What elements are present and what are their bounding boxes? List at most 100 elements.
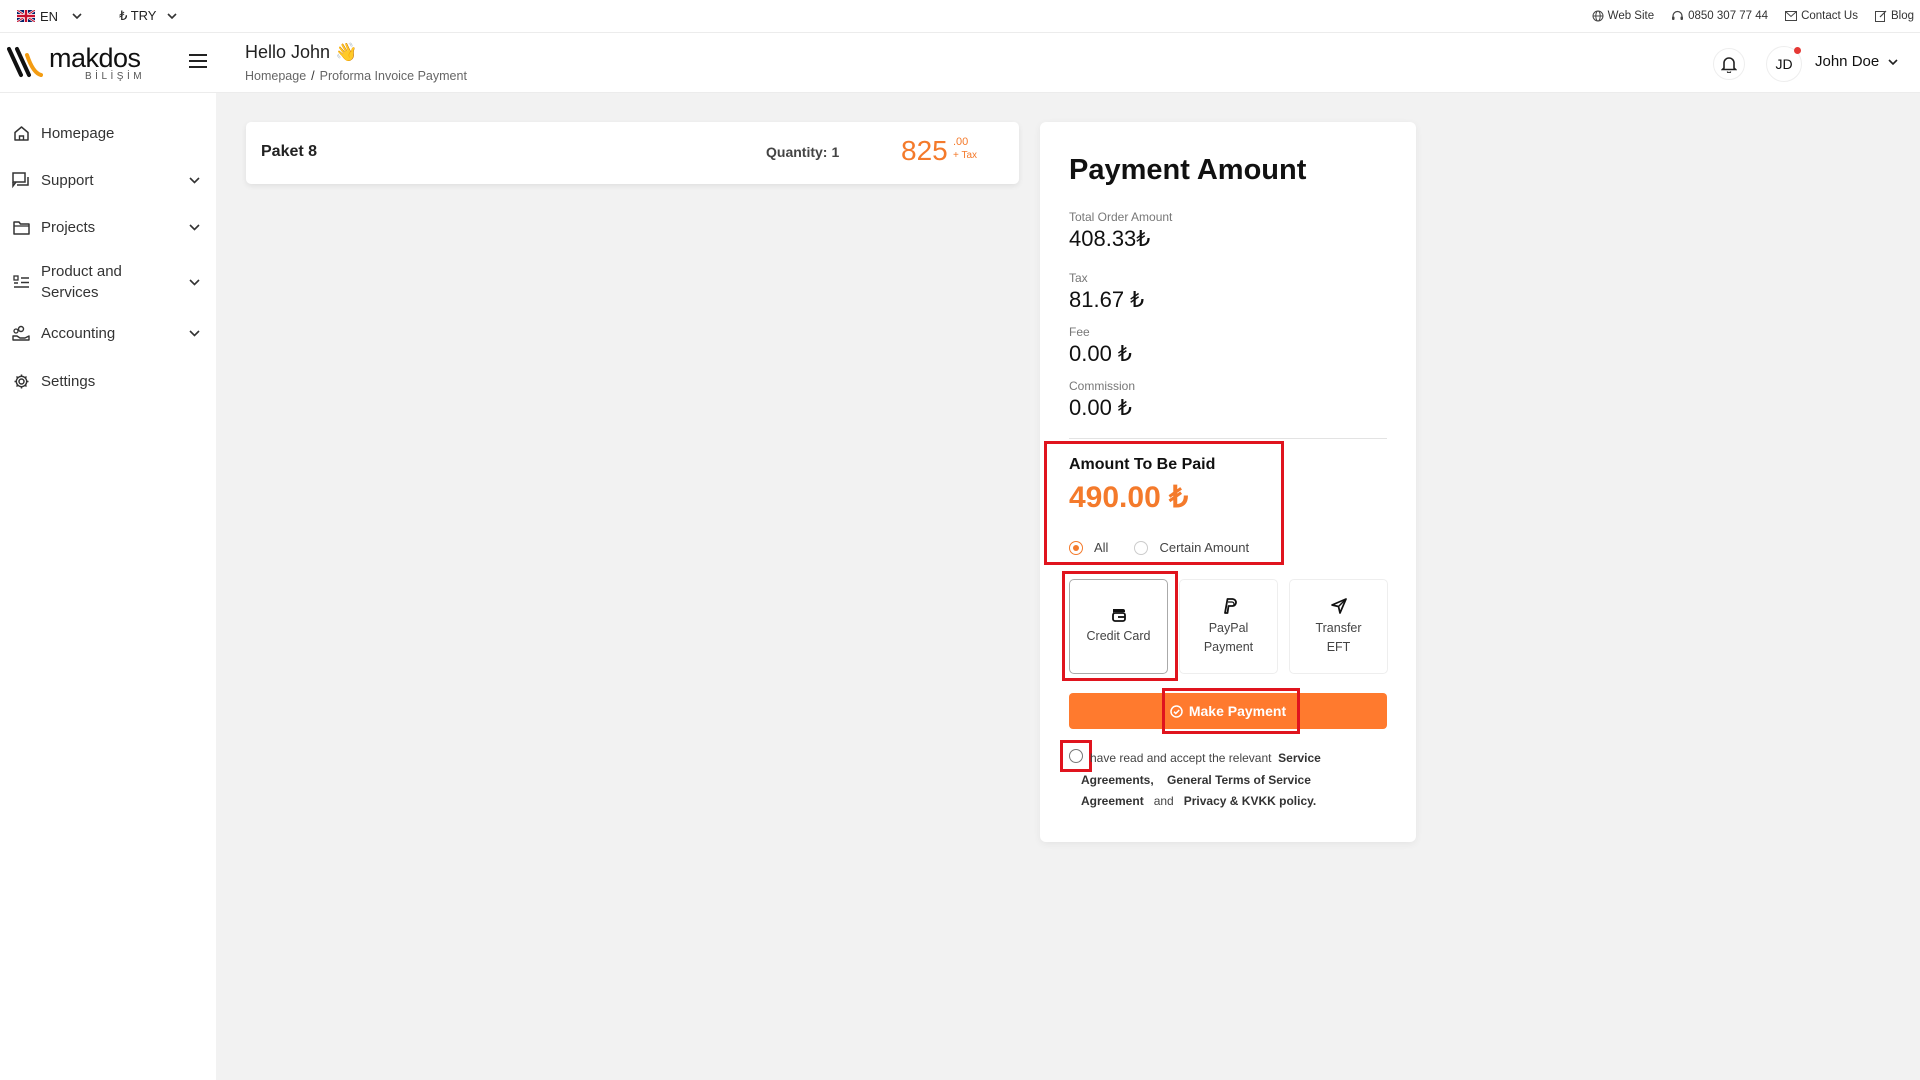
terms-and: and	[1153, 794, 1174, 808]
product-name: Paket 8	[261, 143, 318, 160]
list-icon	[12, 274, 30, 290]
support-icon	[12, 172, 30, 189]
breadcrumb-home[interactable]: Homepage	[245, 69, 306, 83]
tax-label: Tax	[1069, 271, 1088, 285]
product-quantity: Quantity: 1	[766, 144, 839, 160]
payment-title: Payment Amount	[1069, 154, 1307, 186]
sidebar-item-label: Homepage	[41, 125, 115, 142]
accounting-icon	[12, 325, 30, 342]
divider	[1069, 438, 1387, 439]
globe-icon	[1592, 10, 1604, 22]
makdos-logo[interactable]: makdos BİLİŞİM	[7, 43, 142, 82]
paypal-label-line2: Payment	[1203, 639, 1254, 654]
product-price: 825	[901, 135, 948, 166]
product-price-cents: .00	[953, 136, 969, 148]
paypal-icon	[1221, 597, 1237, 615]
fee-value: 0.00 ₺	[1069, 341, 1132, 366]
hamburger-icon	[189, 54, 207, 68]
contact-label: Contact Us	[1801, 10, 1858, 22]
tax-value: 81.67 ₺	[1069, 287, 1145, 312]
website-label: Web Site	[1607, 10, 1655, 22]
terms-prefix: have read and accept the relevant	[1090, 751, 1272, 765]
chevron-down-icon	[189, 177, 200, 184]
general-terms-link[interactable]: Agreement	[1081, 794, 1144, 808]
username-label: John Doe	[1815, 53, 1880, 70]
sidebar-item-products[interactable]: Product and Services	[12, 261, 200, 303]
headset-icon	[1671, 10, 1684, 22]
quantity-label: Quantity:	[766, 144, 828, 160]
transfer-label-line2: EFT	[1326, 639, 1351, 654]
send-icon	[1330, 597, 1348, 615]
user-menu[interactable]: John Doe	[1815, 53, 1898, 70]
chevron-down-icon	[189, 224, 200, 231]
bell-icon	[1721, 57, 1737, 73]
uk-flag-icon	[17, 10, 35, 22]
total-order-label: Total Order Amount	[1069, 210, 1173, 224]
edit-icon	[1874, 10, 1887, 22]
product-card: Paket 8 Quantity: 1 825 .00 + Tax	[246, 122, 1019, 184]
sidebar-item-support[interactable]: Support	[12, 170, 200, 191]
language-selector[interactable]: EN	[17, 9, 82, 24]
chevron-down-icon	[167, 13, 178, 19]
highlight-box	[1162, 688, 1300, 734]
blog-link[interactable]: Blog	[1874, 10, 1914, 22]
website-link[interactable]: Web Site	[1592, 10, 1654, 22]
avatar-initials: JD	[1775, 56, 1793, 72]
contact-link[interactable]: Contact Us	[1785, 10, 1858, 22]
sidebar-item-label: Projects	[41, 219, 96, 236]
logo-subtitle: BİLİŞİM	[85, 71, 146, 82]
payment-card: Payment Amount Total Order Amount 408.33…	[1040, 122, 1416, 842]
sidebar-item-projects[interactable]: Projects	[12, 217, 200, 238]
sidebar-item-label: Settings	[41, 373, 96, 390]
sidebar-item-label: Support	[41, 172, 94, 189]
logo-mark-icon	[7, 47, 43, 77]
breadcrumb: Homepage / Proforma Invoice Payment	[245, 69, 467, 83]
chevron-down-icon	[189, 330, 200, 337]
total-order-value: 408.33₺	[1069, 226, 1151, 251]
commission-value: 0.00 ₺	[1069, 395, 1132, 420]
greeting: Hello John 👋	[245, 42, 358, 62]
sidebar-item-accounting[interactable]: Accounting	[12, 323, 200, 344]
phone-label: 0850 307 77 44	[1688, 10, 1769, 22]
sidebar-item-label: Accounting	[41, 325, 116, 342]
mail-icon	[1785, 11, 1798, 21]
highlight-box	[1060, 740, 1092, 772]
transfer-label-line1: Transfer	[1315, 620, 1362, 635]
general-terms-link[interactable]: General Terms of Service	[1167, 773, 1311, 787]
quantity-value: 1	[831, 144, 840, 160]
chevron-down-icon	[1888, 58, 1898, 65]
currency-selector[interactable]: ₺ TRY	[119, 8, 178, 24]
service-agreements-link[interactable]: Service	[1278, 751, 1321, 765]
top-bar: EN ₺ TRY Web Site 0850 307 77 44 Contact…	[0, 0, 1920, 33]
notifications-button[interactable]	[1713, 48, 1745, 80]
home-icon	[12, 125, 30, 142]
menu-toggle-button[interactable]	[188, 53, 208, 69]
folder-icon	[12, 220, 30, 235]
fee-label: Fee	[1069, 325, 1090, 339]
sidebar: Homepage Support Projects Product and Se…	[0, 93, 216, 1080]
logo-wordmark: makdos	[49, 43, 141, 73]
chevron-down-icon	[189, 278, 200, 286]
avatar[interactable]: JD	[1766, 46, 1802, 82]
transfer-eft-method[interactable]: Transfer EFT	[1289, 579, 1388, 674]
commission-label: Commission	[1069, 379, 1136, 393]
language-label: EN	[40, 8, 59, 24]
breadcrumb-separator: /	[311, 69, 315, 83]
highlight-box	[1044, 441, 1284, 565]
paypal-label-line1: PayPal	[1208, 620, 1249, 635]
privacy-kvkk-link[interactable]: Privacy & KVKK policy.	[1184, 794, 1317, 808]
notification-dot	[1794, 47, 1801, 54]
sidebar-item-homepage[interactable]: Homepage	[12, 123, 200, 144]
service-agreements-link[interactable]: Agreements,	[1081, 773, 1154, 787]
phone-link[interactable]: 0850 307 77 44	[1671, 10, 1768, 22]
blog-label: Blog	[1890, 10, 1914, 22]
product-tax-note: + Tax	[953, 150, 977, 161]
sidebar-item-label: Product and Services	[41, 263, 122, 301]
gear-icon	[12, 373, 30, 390]
chevron-down-icon	[72, 13, 82, 19]
header: makdos BİLİŞİM Hello John 👋 Homepage / P…	[0, 33, 1920, 93]
sidebar-item-settings[interactable]: Settings	[12, 371, 200, 392]
breadcrumb-current: Proforma Invoice Payment	[319, 69, 467, 83]
highlight-box	[1062, 571, 1178, 681]
paypal-method[interactable]: PayPal Payment	[1179, 579, 1278, 674]
